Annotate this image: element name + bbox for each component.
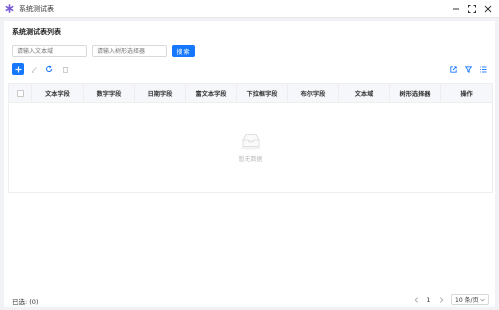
empty-inbox-icon (240, 134, 261, 150)
column-header[interactable]: 文本字段 (32, 84, 84, 103)
maximize-button[interactable] (465, 2, 479, 16)
edit-icon (31, 66, 37, 73)
refresh-button[interactable] (43, 63, 55, 75)
filter-button[interactable] (462, 63, 474, 75)
data-table: 文本字段 数字字段 日期字段 富文本字段 下拉框字段 布尔字段 文本域 树形选择… (8, 83, 493, 193)
purple-asterisk-icon (5, 4, 14, 13)
tree-select-search-input[interactable] (92, 45, 167, 57)
column-header[interactable]: 富文本字段 (186, 84, 237, 103)
window-controls (447, 2, 495, 16)
next-page-button[interactable] (436, 295, 446, 305)
filter-icon (464, 65, 472, 73)
column-header[interactable]: 数字字段 (84, 84, 135, 103)
selected-count: 已选: (0) (12, 298, 39, 306)
column-header[interactable]: 布尔字段 (288, 84, 339, 103)
fullscreen-icon (468, 5, 476, 13)
refresh-icon (46, 65, 52, 72)
columns-button[interactable] (477, 63, 489, 75)
column-header[interactable]: 下拉框字段 (237, 84, 288, 103)
select-all-checkbox[interactable] (16, 90, 24, 97)
close-button[interactable] (481, 2, 495, 16)
chevron-right-icon (439, 296, 443, 303)
columns-icon (479, 66, 486, 72)
current-page[interactable]: 1 (423, 294, 434, 305)
table-header: 文本字段 数字字段 日期字段 富文本字段 下拉框字段 布尔字段 文本域 树形选择… (9, 84, 492, 103)
export-button[interactable] (447, 63, 459, 75)
page-size-select[interactable]: 10 条/页 (451, 294, 489, 305)
empty-text: 暂无数据 (238, 156, 263, 163)
text-field-search-input[interactable] (12, 45, 87, 57)
chevron-left-icon (414, 296, 418, 303)
close-icon (484, 5, 492, 13)
search-button[interactable]: 搜索 (172, 45, 195, 57)
column-header[interactable]: 日期字段 (135, 84, 186, 103)
pagination: 1 10 条/页 (411, 294, 489, 305)
plus-icon (15, 66, 21, 72)
minimize-button[interactable] (449, 2, 463, 16)
page-size-value: 10 条/页 (455, 297, 479, 304)
panel-title: 系统测试表列表 (12, 28, 61, 36)
column-header[interactable]: 文本域 (339, 84, 390, 103)
main-panel: 系统测试表列表 搜索 文本字段 数字字段 日期字段 富文本字段 下拉框字段 (4, 21, 495, 307)
empty-state: 暂无数据 (9, 104, 492, 192)
delete-button[interactable] (59, 63, 71, 75)
delete-icon (62, 66, 68, 73)
minimize-icon (453, 8, 459, 10)
select-all-cell (9, 84, 32, 103)
window-titlebar: 系统测试表 (0, 0, 499, 18)
chevron-down-icon (480, 298, 485, 302)
add-button[interactable] (12, 63, 24, 75)
column-header: 操作 (460, 91, 473, 98)
window-title: 系统测试表 (19, 4, 54, 13)
edit-button[interactable] (28, 63, 40, 75)
prev-page-button[interactable] (411, 295, 421, 305)
export-icon (449, 65, 457, 73)
column-header[interactable]: 树形选择器 (390, 84, 441, 103)
